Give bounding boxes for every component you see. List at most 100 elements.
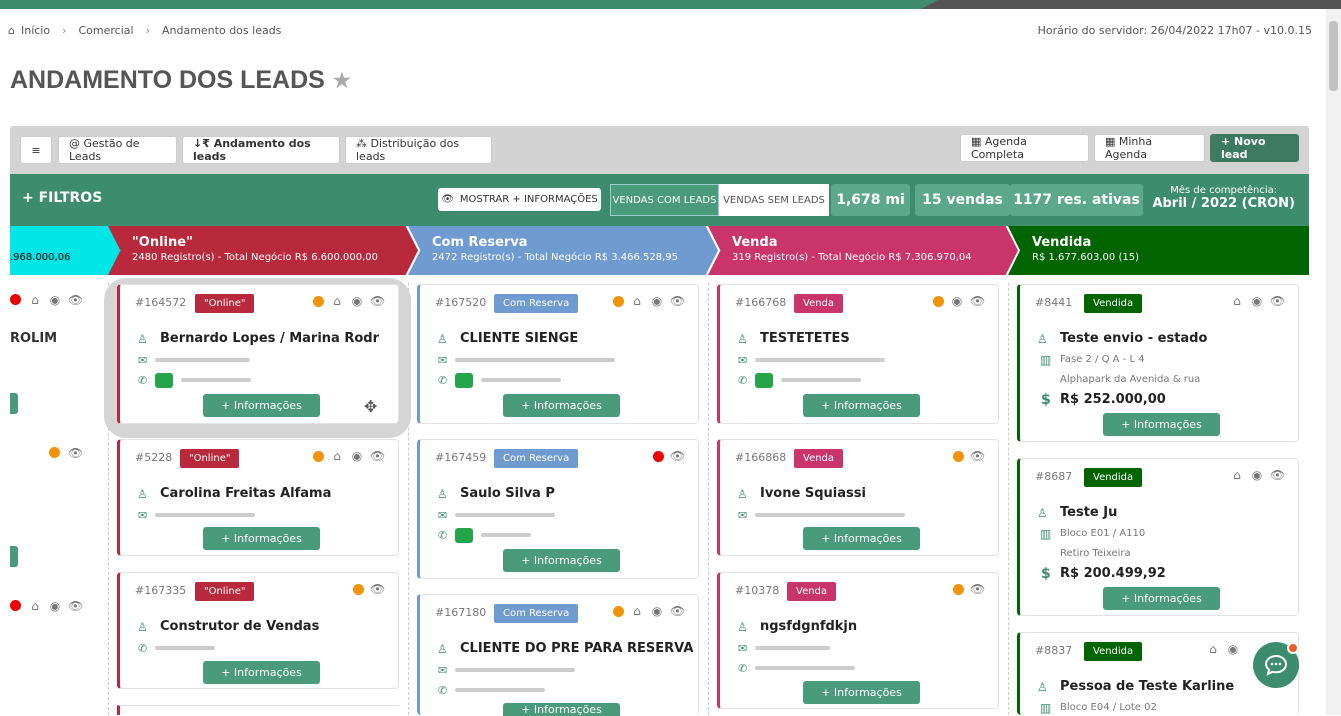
gestao-leads-button[interactable]: @ Gestão de Leads: [58, 136, 177, 164]
stage-badge: Com Reserva: [494, 294, 579, 313]
user-icon[interactable]: ◉: [1250, 468, 1264, 482]
user-icon[interactable]: ◉: [950, 294, 964, 308]
lead-card[interactable]: #164572 "Online" ⌂ ◉ 👁 ♙ Bernardo Lopes / …: [117, 284, 399, 424]
info-button[interactable]: + Informações: [1103, 413, 1220, 436]
lead-card[interactable]: #166868 Venda 👁 ♙ Ivone Squiassi ✉ + Inf…: [717, 439, 999, 556]
stage-header-online[interactable]: "Online" 2480 Registro(s) - Total Negócio…: [108, 226, 418, 275]
eye-icon[interactable]: 👁: [670, 604, 685, 618]
home-icon[interactable]: ⌂: [630, 294, 644, 308]
lead-card[interactable]: #10378 Venda 👁 ♙ ngsfdgnfdkjn ✉ ✆ + Info…: [717, 572, 999, 709]
user-icon[interactable]: ◉: [650, 604, 664, 618]
user-icon[interactable]: ◉: [1226, 642, 1240, 656]
home-icon[interactable]: ⌂: [28, 599, 42, 613]
lead-name[interactable]: Pessoa de Teste Karline: [1060, 679, 1234, 694]
lead-name[interactable]: Construtor de Vendas: [160, 619, 319, 634]
user-icon[interactable]: ◉: [350, 449, 364, 463]
info-button[interactable]: + Informações: [203, 527, 320, 550]
redacted-text: [755, 513, 906, 517]
lead-name[interactable]: TESTETETES: [760, 331, 850, 346]
stage-prev-count: .968.000,06: [10, 252, 71, 263]
agenda-completa-button[interactable]: ▦ Agenda Completa: [960, 134, 1089, 162]
user-icon[interactable]: ◉: [1250, 294, 1264, 308]
stage-header-vendida[interactable]: Vendida R$ 1.677.603,00 (15): [1008, 226, 1309, 275]
info-button[interactable]: + Informações: [503, 703, 620, 716]
lead-name[interactable]: ngsfdgnfdkjn: [760, 619, 857, 634]
stage-header-venda[interactable]: Venda 319 Registro(s) - Total Negócio R$ …: [708, 226, 1018, 275]
breadcrumb-home[interactable]: Início: [21, 24, 50, 37]
lead-name[interactable]: Carolina Freitas Alfama: [160, 486, 331, 501]
home-icon[interactable]: ⌂: [1230, 468, 1244, 482]
whatsapp-icon[interactable]: [455, 527, 474, 543]
eye-icon[interactable]: 👁: [670, 294, 685, 308]
lead-card[interactable]: #167459 Com Reserva 👁 ♙ Saulo Silva P ✉ …: [417, 439, 699, 579]
tab-vendas-com-leads[interactable]: VENDAS COM LEADS: [610, 184, 719, 216]
lead-card[interactable]: #167335 "Online" 👁 ♙ Construtor de Venda…: [117, 572, 399, 689]
eye-icon[interactable]: 👁: [1270, 294, 1285, 308]
lead-name[interactable]: Teste Ju: [1060, 505, 1117, 520]
stage-header-reserva[interactable]: Com Reserva 2472 Registro(s) - Total Negó…: [408, 226, 718, 275]
eye-icon[interactable]: 👁: [970, 294, 985, 308]
chat-button[interactable]: [1253, 642, 1299, 688]
user-icon[interactable]: ◉: [48, 293, 62, 307]
info-button[interactable]: + Informações: [203, 394, 320, 417]
home-icon[interactable]: ⌂: [330, 449, 344, 463]
lead-card[interactable]: #8687 Vendida ⌂ ◉ 👁 ♙ Teste Ju ▥ Bloco E01…: [1017, 458, 1299, 616]
minha-agenda-button[interactable]: ▦ Minha Agenda: [1094, 134, 1205, 162]
info-button[interactable]: + Informações: [803, 527, 920, 550]
lead-card[interactable]: #5228 "Online" ⌂ ◉ 👁 ♙ Carolina Freitas Al…: [117, 439, 399, 556]
andamento-leads-button[interactable]: ↓₹ Andamento dos leads: [182, 136, 340, 164]
user-icon[interactable]: ◉: [650, 294, 664, 308]
novo-lead-button[interactable]: + Novo lead: [1210, 134, 1299, 162]
partial-info-button[interactable]: [10, 393, 18, 414]
whatsapp-icon[interactable]: [755, 372, 774, 388]
home-icon[interactable]: ⌂: [330, 294, 344, 308]
distribuicao-leads-button[interactable]: ⁂ Distribuição dos leads: [345, 136, 492, 164]
home-icon[interactable]: ⌂: [1206, 642, 1220, 656]
info-button[interactable]: + Informações: [503, 549, 620, 572]
lead-card[interactable]: #8441 Vendida ⌂ ◉ 👁 ♙ Teste envio - estado…: [1017, 284, 1299, 442]
breadcrumb-section[interactable]: Comercial: [79, 24, 134, 37]
user-icon[interactable]: ◉: [48, 599, 62, 613]
eye-icon[interactable]: 👁: [970, 449, 985, 463]
stage-online-count: 2480 Registro(s) - Total Negócio R$ 6.60…: [132, 252, 379, 263]
info-button[interactable]: + Informações: [203, 661, 320, 684]
eye-icon[interactable]: 👁: [370, 449, 385, 463]
home-icon[interactable]: ⌂: [1230, 294, 1244, 308]
info-button[interactable]: + Informações: [803, 681, 920, 704]
tab-vendas-sem-leads[interactable]: VENDAS SEM LEADS: [719, 184, 829, 216]
lead-name[interactable]: Bernardo Lopes / Marina Rodri…: [160, 331, 380, 346]
lead-name[interactable]: CLIENTE SIENGE: [460, 331, 578, 346]
phone-icon: ✆: [438, 683, 448, 697]
redacted-text: [455, 513, 556, 517]
eye-icon[interactable]: 👁: [670, 449, 685, 463]
lead-name[interactable]: Teste envio - estado: [1060, 331, 1207, 346]
lead-name[interactable]: CLIENTE DO PRE PARA RESERVA: [460, 641, 693, 656]
lead-card[interactable]: #166768 Venda ◉ 👁 ♙ TESTETETES ✉ ✆ + Info…: [717, 284, 999, 424]
page-scrollbar[interactable]: [1326, 9, 1341, 715]
eye-icon[interactable]: 👁: [370, 582, 385, 596]
menu-button[interactable]: ≡: [20, 136, 52, 164]
partial-info-button[interactable]: [10, 546, 18, 567]
whatsapp-icon[interactable]: [155, 372, 174, 388]
info-button[interactable]: + Informações: [503, 394, 620, 417]
info-button[interactable]: + Informações: [803, 394, 920, 417]
eye-icon[interactable]: 👁: [68, 599, 83, 613]
lead-name[interactable]: Ivone Squiassi: [760, 486, 866, 501]
eye-icon[interactable]: 👁: [970, 582, 985, 596]
eye-icon[interactable]: 👁: [370, 294, 385, 308]
user-icon[interactable]: ◉: [350, 294, 364, 308]
filters-toggle[interactable]: + FILTROS: [22, 190, 102, 206]
lead-card[interactable]: #167520 Com Reserva ⌂ ◉ 👁 ♙ CLIENTE SIENGE…: [417, 284, 699, 424]
eye-icon[interactable]: 👁: [68, 293, 83, 307]
lead-name[interactable]: Saulo Silva P: [460, 486, 555, 501]
competence-month[interactable]: Mês de competência: Abril / 2022 (CRON): [1152, 185, 1295, 211]
home-icon[interactable]: ⌂: [630, 604, 644, 618]
show-more-button[interactable]: 👁 MOSTRAR + INFORMAÇÕES: [438, 188, 601, 211]
star-icon[interactable]: ★: [333, 68, 351, 93]
home-icon[interactable]: ⌂: [28, 293, 42, 307]
info-button[interactable]: + Informações: [1103, 587, 1220, 610]
eye-icon[interactable]: 👁: [1270, 468, 1285, 482]
whatsapp-icon[interactable]: [455, 372, 474, 388]
lead-card[interactable]: #167180 Com Reserva ⌂ ◉ 👁 ♙ CLIENTE DO PRE…: [417, 594, 699, 716]
eye-icon[interactable]: 👁: [68, 446, 83, 460]
